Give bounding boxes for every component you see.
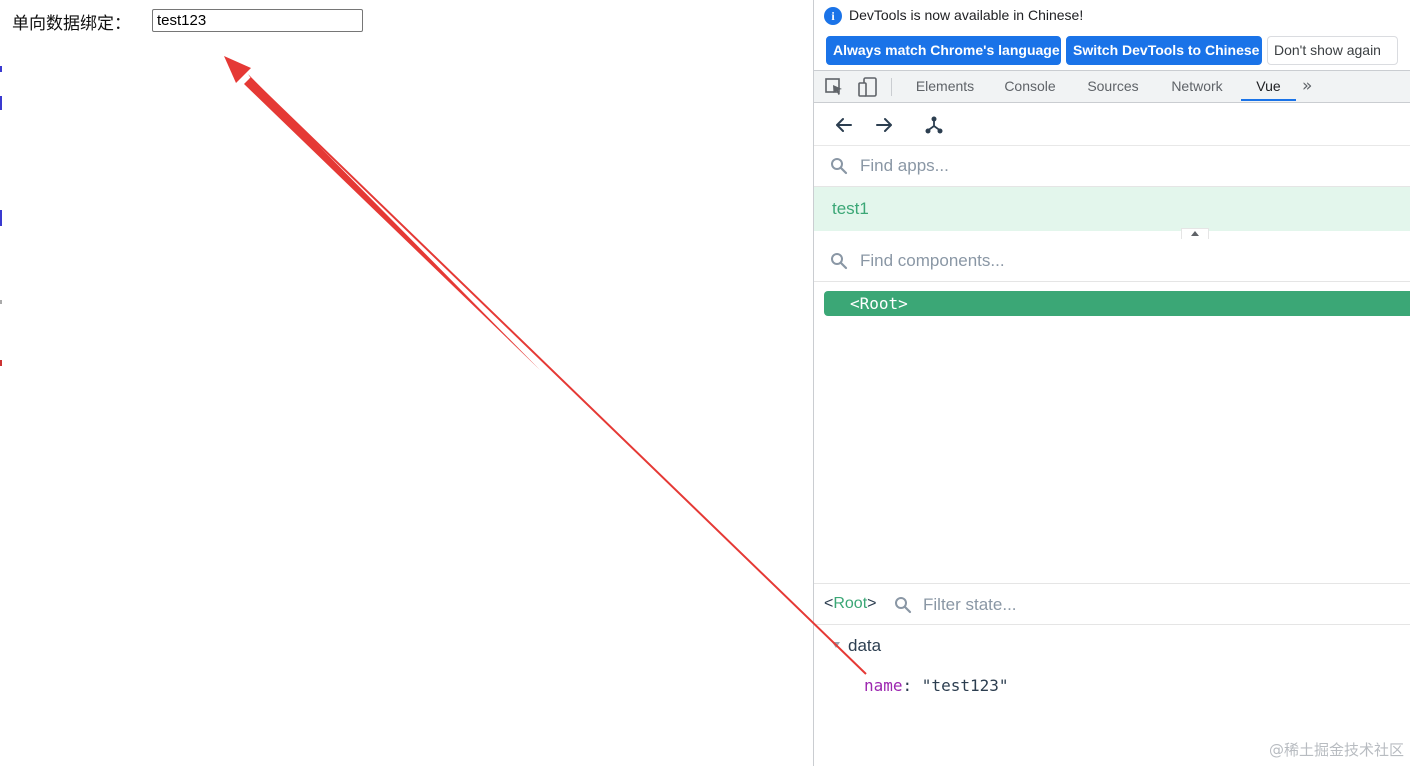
state-property-row[interactable]: name: "test123" xyxy=(864,676,1009,695)
devtools-tabbar: Elements Console Sources Network Vue » xyxy=(814,70,1410,103)
switch-chinese-button[interactable]: Switch DevTools to Chinese xyxy=(1066,36,1262,65)
search-icon xyxy=(831,253,848,270)
info-icon: i xyxy=(824,7,842,25)
binding-input[interactable] xyxy=(152,9,363,32)
forward-arrow-icon[interactable] xyxy=(874,115,894,135)
tab-sources[interactable]: Sources xyxy=(1078,71,1148,102)
caret-down-icon xyxy=(832,642,840,648)
back-arrow-icon[interactable] xyxy=(834,115,854,135)
tab-network[interactable]: Network xyxy=(1161,71,1233,102)
edge-mark xyxy=(0,360,2,366)
devtools-panel: i DevTools is now available in Chinese! … xyxy=(813,0,1410,766)
tab-console[interactable]: Console xyxy=(995,71,1065,102)
tab-vue[interactable]: Vue xyxy=(1241,71,1296,101)
search-icon xyxy=(895,597,912,614)
edge-mark xyxy=(0,96,2,110)
component-name: Root xyxy=(833,595,868,612)
watermark: @稀土掘金技术社区 xyxy=(1268,741,1404,759)
property-key: name xyxy=(864,676,903,695)
data-section-label: data xyxy=(848,636,882,655)
language-infobar: i DevTools is now available in Chinese! … xyxy=(814,0,1410,70)
inspect-element-icon[interactable] xyxy=(824,77,846,97)
component-tree-root[interactable]: <Root> xyxy=(824,291,1410,316)
more-tabs-icon[interactable]: » xyxy=(1302,76,1312,96)
edge-mark xyxy=(0,210,2,226)
chevron-up-icon xyxy=(1191,231,1199,236)
search-icon xyxy=(831,158,848,175)
selected-component-label: <Root> xyxy=(824,595,876,613)
collapse-handle[interactable] xyxy=(1181,228,1209,239)
property-value: "test123" xyxy=(921,676,1009,695)
apps-search-bar xyxy=(814,145,1410,187)
find-components-input[interactable] xyxy=(858,248,1282,274)
device-toolbar-icon[interactable] xyxy=(857,77,879,97)
component-tree-icon[interactable] xyxy=(924,115,944,135)
app-list-item[interactable]: test1 xyxy=(814,187,1410,231)
page-viewport: 单向数据绑定： xyxy=(0,0,813,766)
dont-show-again-button[interactable]: Don't show again xyxy=(1267,36,1398,65)
vue-toolbar xyxy=(814,103,1410,146)
infobar-message: DevTools is now available in Chinese! xyxy=(849,7,1084,23)
property-colon: : xyxy=(902,676,922,695)
filter-state-input[interactable] xyxy=(921,592,1225,618)
edge-mark xyxy=(0,66,2,72)
edge-mark xyxy=(0,300,2,304)
tag-open: < xyxy=(824,595,834,612)
components-search-bar xyxy=(814,240,1410,282)
find-apps-input[interactable] xyxy=(858,153,1282,179)
match-language-button[interactable]: Always match Chrome's language xyxy=(826,36,1061,65)
data-section-toggle[interactable]: data xyxy=(832,636,881,656)
binding-label: 单向数据绑定： xyxy=(12,14,131,34)
tag-close: > xyxy=(867,595,877,612)
tab-elements[interactable]: Elements xyxy=(908,71,982,102)
toolbar-divider xyxy=(891,78,892,96)
state-inspector-header: <Root> xyxy=(814,583,1410,625)
